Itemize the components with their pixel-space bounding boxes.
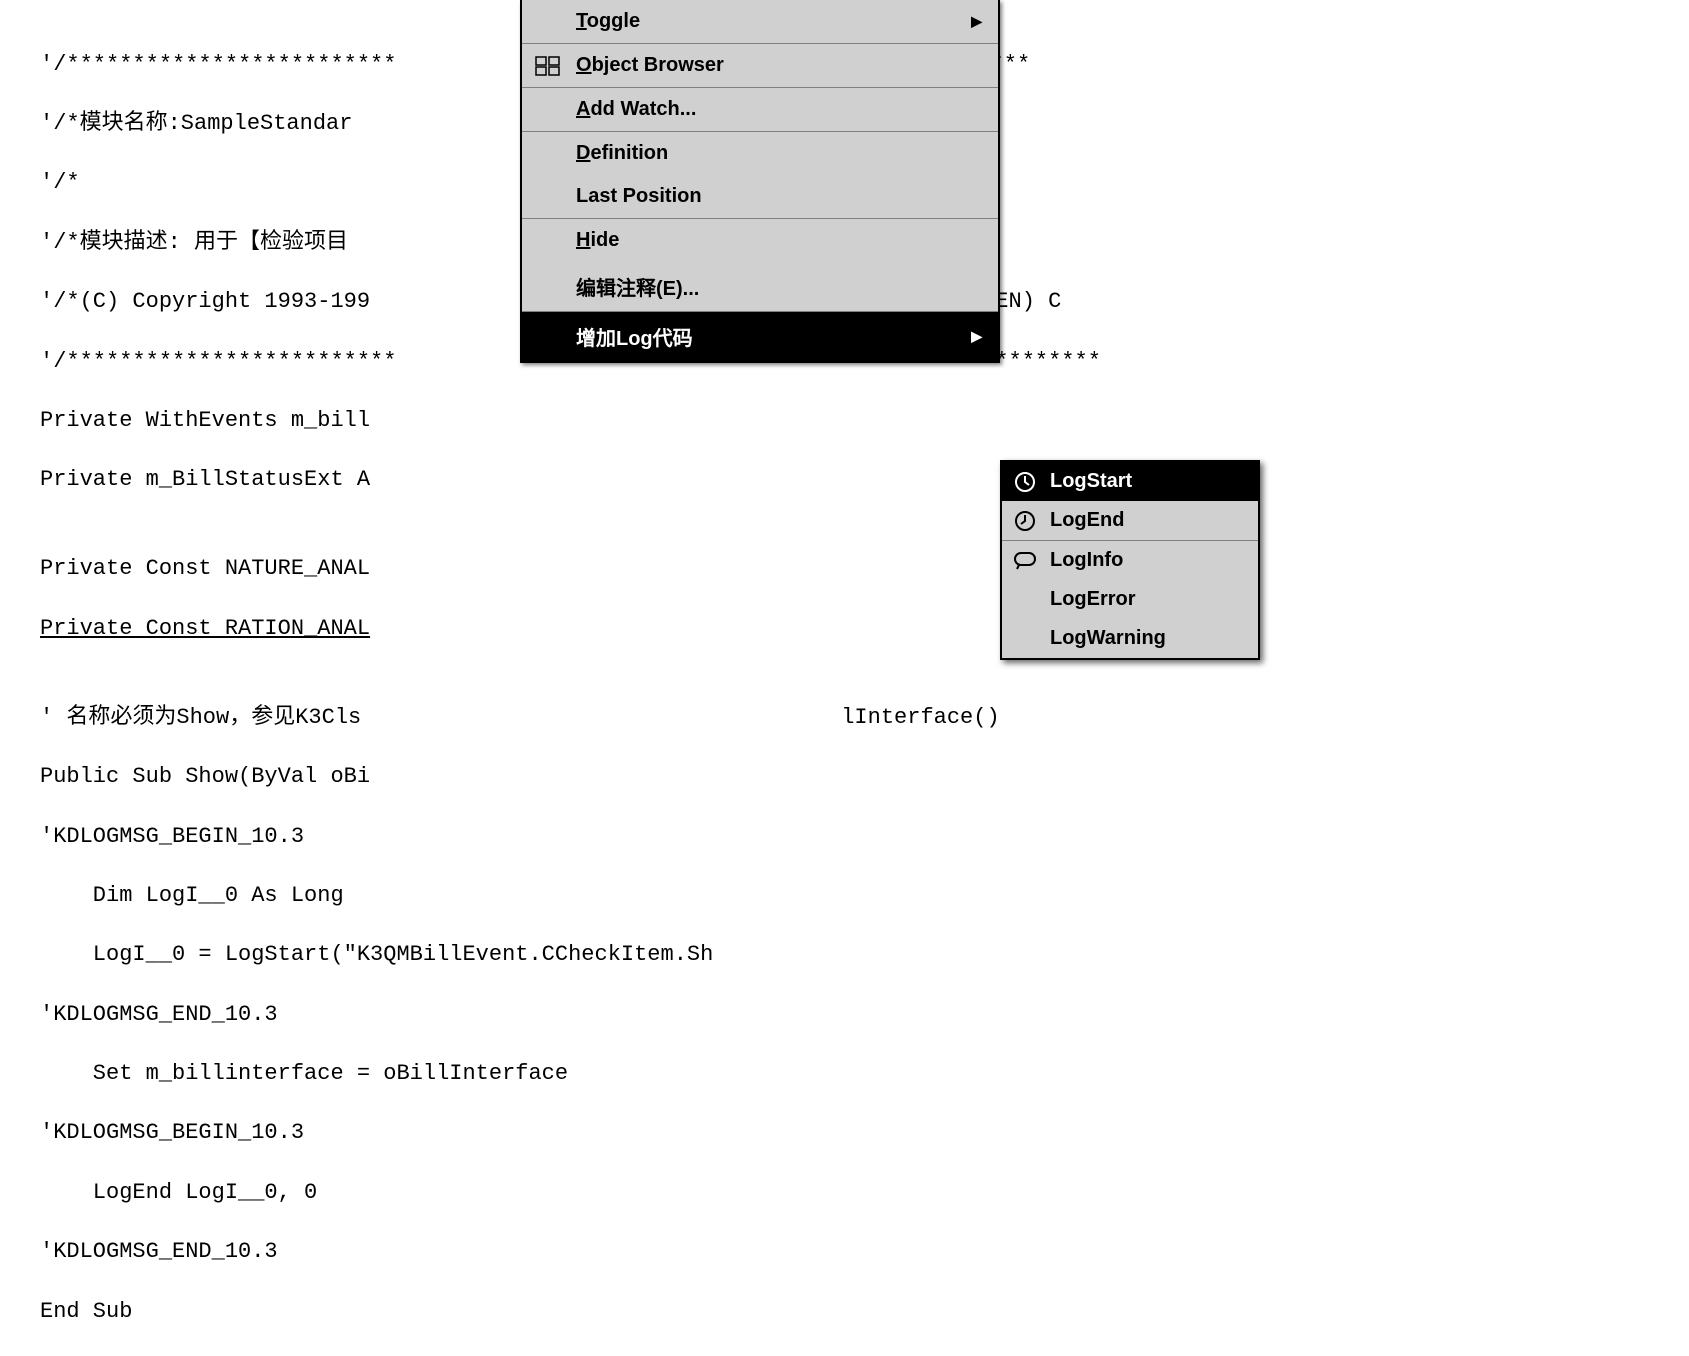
code-line: 'KDLOGMSG_BEGIN_10.3 xyxy=(40,822,1101,852)
menu-definition[interactable]: Definition xyxy=(522,131,998,175)
chevron-right-icon: ▶ xyxy=(971,13,982,30)
object-browser-icon xyxy=(532,54,564,78)
code-line: 'KDLOGMSG_END_10.3 xyxy=(40,1000,1101,1030)
menu-add-watch[interactable]: Add Watch... xyxy=(522,87,998,131)
log-submenu: LogStart LogEnd LogInfo LogError LogWarn… xyxy=(1000,460,1260,660)
code-line: Private Const NATURE_ANAL xyxy=(40,554,1101,584)
chevron-right-icon: ▶ xyxy=(971,328,982,345)
code-line: Dim LogI__0 As Long xyxy=(40,881,1101,911)
menu-add-log-code[interactable]: 增加Log代码 ▶ xyxy=(522,311,998,361)
logstart-icon xyxy=(1012,471,1038,493)
submenu-logstart[interactable]: LogStart xyxy=(1002,462,1258,501)
code-line: 'KDLOGMSG_BEGIN_10.3 xyxy=(40,1118,1101,1148)
menu-toggle[interactable]: Toggle ▶ xyxy=(522,0,998,43)
code-line: Private WithEvents m_bill xyxy=(40,406,1101,436)
submenu-logwarning[interactable]: LogWarning xyxy=(1002,619,1258,658)
code-line: 'KDLOGMSG_END_10.3 xyxy=(40,1237,1101,1267)
menu-last-position[interactable]: Last Position xyxy=(522,175,998,218)
submenu-logerror[interactable]: LogError xyxy=(1002,580,1258,619)
loginfo-icon xyxy=(1012,550,1038,572)
menu-hide[interactable]: Hide xyxy=(522,218,998,262)
code-line: End Sub xyxy=(40,1297,1101,1327)
submenu-logend[interactable]: LogEnd xyxy=(1002,501,1258,540)
code-line: LogI__0 = LogStart("K3QMBillEvent.CCheck… xyxy=(40,940,1101,970)
context-menu: Toggle ▶ Object Browser Add Watch... Def… xyxy=(520,0,1000,363)
logend-icon xyxy=(1012,510,1038,532)
menu-object-browser[interactable]: Object Browser xyxy=(522,43,998,87)
code-line: Public Sub Show(ByVal oBi xyxy=(40,762,1101,792)
code-line: Private m_BillStatusExt A xyxy=(40,465,1101,495)
code-line: Private Const RATION_ANAL xyxy=(40,614,1101,644)
code-line: LogEnd LogI__0, 0 xyxy=(40,1178,1101,1208)
submenu-loginfo[interactable]: LogInfo xyxy=(1002,540,1258,580)
menu-edit-comment[interactable]: 编辑注释(E)... xyxy=(522,262,998,311)
code-line: Set m_billinterface = oBillInterface xyxy=(40,1059,1101,1089)
code-line: ' 名称必须为Show，参见K3ClslInterface() xyxy=(40,703,1101,733)
